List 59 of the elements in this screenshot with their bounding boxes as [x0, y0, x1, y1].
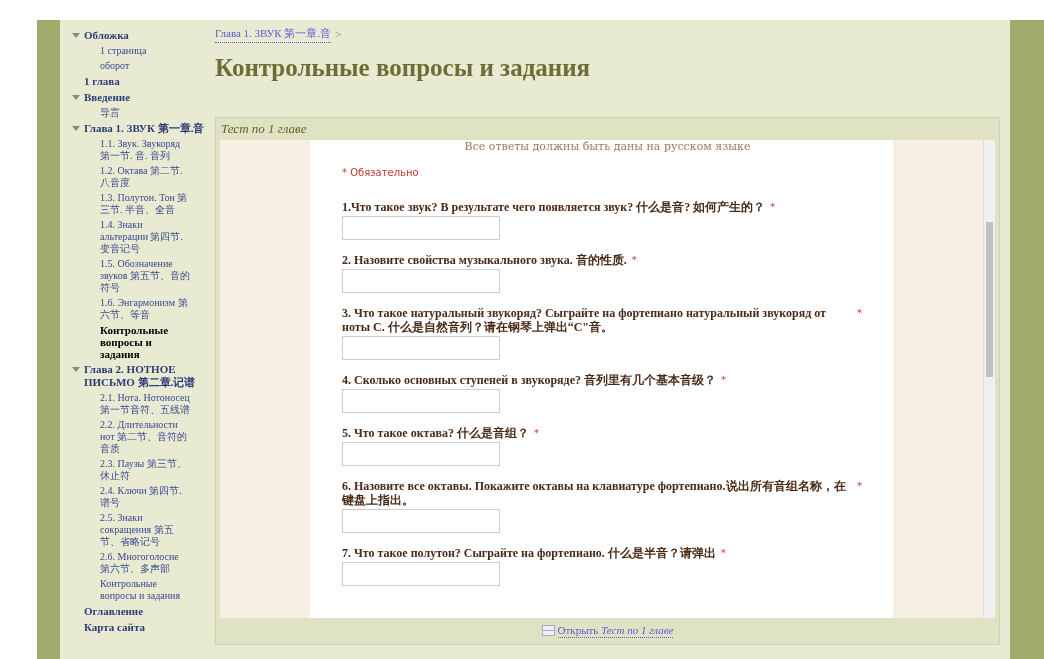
required-mark: * — [857, 305, 862, 320]
answer-field[interactable] — [342, 215, 500, 240]
question-label: 2. Назовите свойства музыкального звука. 音的性质. — [342, 252, 627, 267]
embed-title: Тест по 1 главе — [220, 119, 308, 138]
question-label: 4. Сколько основных ступеней в звукоряде? 音列里有几个基本音级？ — [342, 372, 716, 387]
required-mark: * — [720, 545, 726, 560]
expand-triangle-icon[interactable] — [72, 95, 80, 100]
sidebar-subitem[interactable]: 1.4. Знаки альтерации 第四节. 变音记号 — [100, 219, 190, 255]
sidebar-subitem[interactable]: 1.6. Энгармонизм 第六节、等音 — [100, 297, 190, 321]
form-icon — [541, 625, 555, 636]
sidebar-subitem[interactable]: 1.3. Полутон. Тон 第三节. 半音、全音 — [100, 192, 190, 216]
sidebar-subitem[interactable]: 导言 — [100, 107, 190, 119]
sidebar-item[interactable]: Введение — [84, 91, 131, 104]
sidebar-subitem[interactable]: 2.3. Паузы 第三节、休止符 — [100, 458, 190, 482]
sidebar-subitem[interactable]: 1.2. Октава 第二节. 八音度 — [100, 165, 190, 189]
sidebar-subitem[interactable]: 2.2. Длительности нот 第二节、音符的音质 — [100, 419, 190, 455]
sidebar-item[interactable]: Оглавление — [84, 605, 144, 618]
sidebar-item[interactable]: Обложка — [84, 29, 129, 42]
sidebar-subitem[interactable]: 1.1. Звук. Звукоряд 第一节. 音. 音列 — [100, 138, 190, 162]
required-note: * Обязательно — [342, 165, 420, 180]
sidebar-subitem[interactable]: Контрольные вопросы и задания — [100, 324, 190, 360]
sidebar-subitem[interactable]: 2.6. Многоголосие 第六节、多声部 — [100, 551, 190, 575]
open-link[interactable]: Открыть Тест по 1 главе — [557, 623, 674, 638]
required-mark: * — [534, 425, 540, 440]
expand-triangle-icon[interactable] — [72, 33, 80, 38]
required-mark: * — [720, 372, 726, 387]
answer-field[interactable] — [342, 388, 500, 413]
expand-triangle-icon[interactable] — [72, 367, 80, 372]
question-label: 6. Назовите все октавы. Покажите октавы на клавиатуре фортепиано.说出所有音组名称，在键盘上指出。 — [342, 478, 847, 507]
scrollbar-thumb[interactable] — [986, 221, 993, 377]
breadcrumb-separator: > — [335, 27, 342, 42]
answer-field[interactable] — [342, 268, 500, 293]
sidebar-subitem[interactable]: 2.4. Ключи 第四节. 谱号 — [100, 485, 190, 509]
question-label: 3. Что такое натуральный звукоряд? Сыграйте на фортепиано натуральный звукоряд от ноты С. 什么是自然音列？请在钢琴上弹出“C"音。 — [342, 305, 827, 334]
sidebar-item[interactable]: 1 глава — [84, 75, 120, 88]
required-mark: * — [631, 252, 637, 267]
question-label: 5. Что такое октава? 什么是音组？ — [342, 425, 530, 440]
sidebar-subitem[interactable]: оборот — [100, 60, 190, 72]
sidebar-subitem[interactable]: 1 страница — [100, 45, 190, 57]
question-label: 1.Что такое звук? В результате чего появляется звук? 什么是音? 如何产生的？ — [342, 199, 766, 214]
sidebar-subitem[interactable]: 1.5. Обозначение звуков 第五节、音的符号 — [100, 258, 190, 294]
required-mark: * — [857, 478, 862, 493]
sidebar-subitem[interactable]: 2.5. Знаки сокращения 第五节、省略记号 — [100, 512, 190, 548]
sidebar-item[interactable]: Глава 1. ЗВУК 第一章.音 — [84, 122, 205, 135]
answer-field[interactable] — [342, 561, 500, 586]
scrollbar[interactable] — [983, 139, 995, 618]
answer-field[interactable] — [342, 508, 500, 533]
breadcrumb-link[interactable]: Глава 1. ЗВУК 第一章.音 — [215, 26, 332, 43]
required-mark: * — [770, 199, 776, 214]
form-intro: Все ответы должны быть даны на русском языке — [463, 140, 752, 153]
sidebar-item[interactable]: Карта сайта — [84, 621, 145, 634]
sidebar-subitem[interactable]: Контрольные вопросы и задания — [100, 578, 190, 602]
sidebar-subitem[interactable]: 2.1. Нота. Нотоносец 第一节音符、五线谱 — [100, 392, 190, 416]
sidebar-item[interactable]: Глава 2. НОТНОЕ ПИСЬМО 第二章.记谱 — [84, 363, 210, 389]
question-label: 7. Что такое полутон? Сыграйте на фортепиано. 什么是半音？请弹出 — [342, 545, 716, 560]
answer-field[interactable] — [342, 335, 500, 360]
expand-triangle-icon[interactable] — [72, 126, 80, 131]
page-title: Контрольные вопросы и задания — [215, 52, 592, 83]
answer-field[interactable] — [342, 441, 500, 466]
